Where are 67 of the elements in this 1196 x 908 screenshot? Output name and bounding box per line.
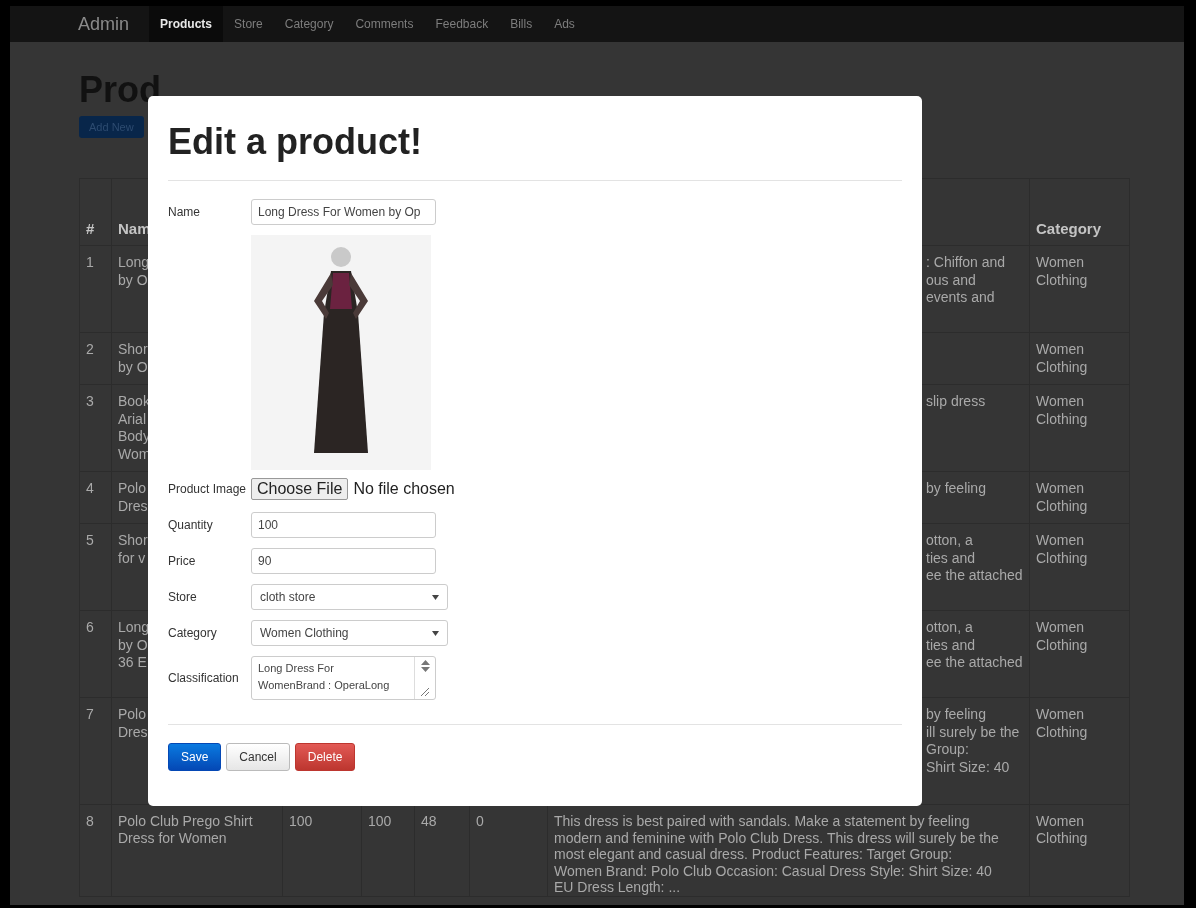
table-cell: 6 (86, 619, 94, 635)
table-cell: Women Clothing (1036, 254, 1088, 289)
table-cell: 2 (86, 341, 94, 357)
table-cell: Long by O 36 E (118, 619, 150, 672)
table-cell: otton, a ties and ee the attached (926, 532, 1023, 585)
table-cell: 7 (86, 706, 94, 722)
table-cell: : Chiffon and ous and events and (926, 254, 1006, 307)
input-field[interactable]: Long Dress For Women by Op (251, 199, 436, 225)
field-label: Price (168, 554, 197, 568)
table-cell: 4 (86, 480, 94, 496)
table-cell: 0 (476, 813, 484, 829)
table-cell: Women Clothing (1036, 480, 1088, 515)
table-cell: 8 (86, 813, 94, 829)
table-cell: Women Clothing (1036, 393, 1088, 428)
table-cell: Women Clothing (1036, 706, 1088, 741)
table-cell: by feeling (926, 480, 986, 498)
nav-link[interactable]: Category (273, 6, 345, 42)
table-cell: Women Clothing (1036, 532, 1088, 567)
table-cell: 1 (86, 254, 94, 270)
table-cell: Women Clothing (1036, 341, 1088, 376)
table-cell: Shor by O (118, 341, 148, 376)
table-cell: otton, a ties and ee the attached (926, 619, 1023, 672)
caret-icon (432, 594, 439, 600)
table-cell: by feeling ill surely be the Group: Shirt Size: 40 (926, 706, 1020, 776)
table-cell: 100 (368, 813, 392, 829)
choose-file-button[interactable]: Choose File (251, 478, 349, 500)
nav-link[interactable]: Ads (543, 6, 586, 42)
dialog-button[interactable]: Save (168, 743, 222, 771)
nav-link[interactable]: Comments (344, 6, 425, 42)
input-field[interactable]: 100 (251, 512, 436, 538)
nav-link[interactable]: Store (223, 6, 274, 42)
scroll-arrows-icon[interactable] (420, 660, 430, 672)
nav-link[interactable]: Feedback (424, 6, 500, 42)
input-field[interactable]: 90 (251, 548, 436, 574)
file-status: No file chosen (353, 480, 455, 498)
select-field[interactable]: cloth store (251, 584, 448, 610)
table-cell: 100 (289, 813, 313, 829)
table-cell: 3 (86, 393, 94, 409)
select-field[interactable]: Women Clothing (251, 620, 448, 646)
nav-link[interactable]: Bills (499, 6, 544, 42)
dialog-button[interactable]: Cancel (226, 743, 290, 771)
table-cell: Long by O (118, 254, 150, 289)
table-cell: 5 (86, 532, 94, 548)
table-cell: Shor for v (118, 532, 148, 567)
dialog-button[interactable]: Delete (294, 743, 356, 771)
caret-icon (432, 630, 439, 636)
column-header: # (86, 219, 95, 237)
column-header: Category (1036, 219, 1102, 237)
table-cell: Polo Club Prego Shirt Dress for Women (118, 813, 253, 846)
table-cell: This dress is best paired with sandals. Make a statement by feeling modern and feminine with Polo Club Dress. This dress will surely be the most elegant and casual dress. Product Features: Target Group: Women Brand: Polo Club Occasion: Casual Dress Style: Shirt Size: 40 EU Dress Length: ... (554, 813, 999, 896)
field-label: Category (168, 626, 218, 640)
field-label: Store (168, 590, 198, 604)
table-cell: slip dress (926, 393, 986, 411)
table-cell: 48 (421, 813, 437, 829)
field-label: Quantity (168, 518, 214, 532)
dialog-title: Edit a product! (168, 120, 423, 164)
field-label: Classification (168, 671, 240, 685)
table-cell: Polo Dres (118, 480, 148, 515)
table-cell: Women Clothing (1036, 619, 1088, 654)
brand-link[interactable]: Admin (72, 13, 136, 35)
resize-grip-icon[interactable] (421, 688, 429, 696)
field-label: Name (168, 205, 201, 219)
field-label: Product Image (168, 482, 248, 496)
table-cell: Women Clothing (1036, 813, 1088, 846)
textarea-field[interactable]: Long Dress For WomenBrand : OperaLong (251, 656, 436, 700)
table-cell: Polo Dres (118, 706, 148, 741)
nav-link[interactable]: Products (149, 6, 224, 42)
